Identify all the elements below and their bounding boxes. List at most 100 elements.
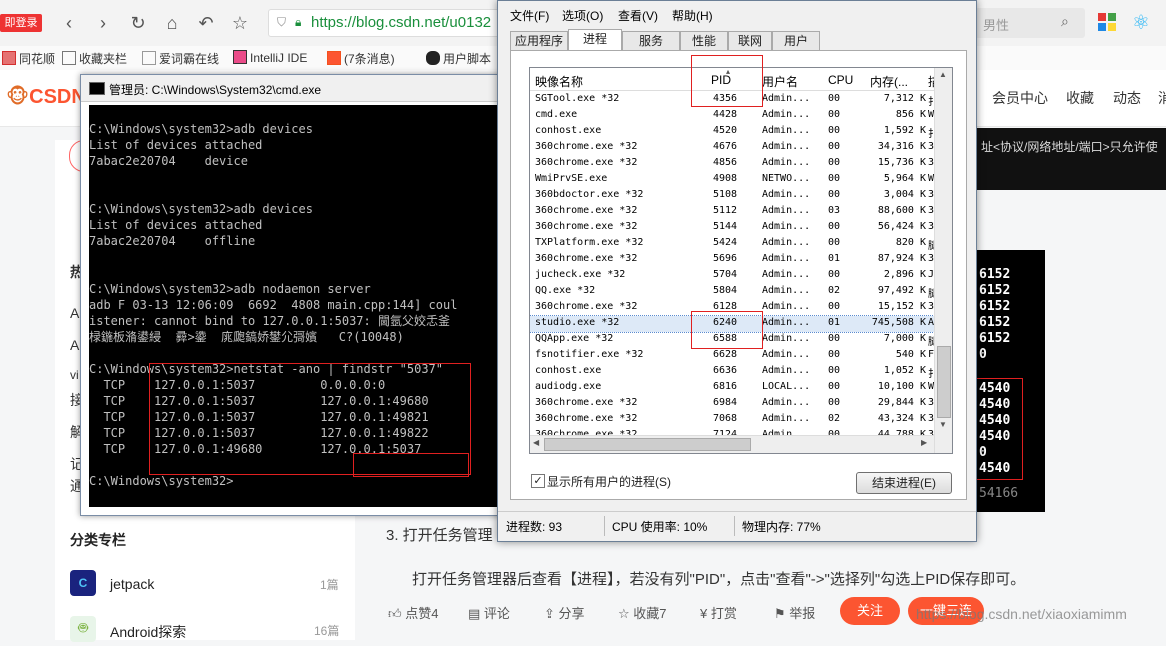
col-memory[interactable]: 内存(... xyxy=(870,73,908,90)
nav-favorites[interactable]: 收藏 xyxy=(1066,88,1094,108)
tab-users[interactable]: 用户 xyxy=(772,31,820,50)
bookmark-item[interactable]: 同花顺 xyxy=(2,50,55,67)
reward-button[interactable]: ¥ 打赏 xyxy=(700,603,737,622)
follow-button[interactable]: 关注 xyxy=(840,597,900,625)
tab-networking[interactable]: 联网 xyxy=(728,31,772,50)
process-cell: TXPlatform.exe *32 xyxy=(535,237,644,248)
col-image-name[interactable]: 映像名称 xyxy=(535,73,583,90)
process-cell: 00 xyxy=(828,349,841,360)
shield-icon: ⛉ xyxy=(277,15,287,29)
sidebar-letter[interactable]: vi xyxy=(70,368,79,382)
process-row[interactable]: TXPlatform.exe *32 5424 Admin... 00 820 K腿 xyxy=(530,236,938,252)
process-row[interactable]: conhost.exe 4520 Admin... 00 1,592 K扌 xyxy=(530,124,938,140)
process-row[interactable]: 360chrome.exe *32 5112 Admin... 03 88,600 K3 xyxy=(530,204,934,220)
scroll-down-icon[interactable]: ▼ xyxy=(937,420,949,432)
step-heading: 3. 打开任务管理 xyxy=(386,527,493,544)
bookmark-item[interactable]: 爱词霸在线 xyxy=(142,50,219,67)
process-row[interactable]: jucheck.exe *32 5704 Admin... 00 2,896 KJ xyxy=(530,268,934,284)
nav-messages[interactable]: 消 xyxy=(1158,88,1166,108)
process-row[interactable]: 360chrome.exe *32 5144 Admin... 00 56,424 K3 xyxy=(530,220,934,236)
process-cell: 01 xyxy=(828,253,841,264)
bookmark-item[interactable]: IntelliJ IDE xyxy=(233,50,307,65)
address-bar[interactable]: ⛉ 🔒︎ https://blog.csdn.net/u0132 xyxy=(268,9,500,37)
process-cell: 820 K xyxy=(895,237,926,248)
browser-search[interactable]: 男性 ⌕ xyxy=(975,8,1085,38)
cmd-window[interactable]: 管理员: C:\Windows\System32\cmd.exe C:\Wind… xyxy=(80,74,502,516)
column-count: 1篇 xyxy=(320,578,339,592)
process-cell: 34,316 K xyxy=(877,141,926,152)
end-process-button[interactable]: 结束进程(E) xyxy=(856,472,952,494)
favorite-button[interactable]: ☆ 收藏7 xyxy=(618,603,667,622)
scroll-left-icon[interactable]: ◀ xyxy=(533,438,539,447)
horizontal-scrollbar[interactable]: ◀ ▶ xyxy=(530,435,934,453)
process-row[interactable]: 360bdoctor.exe *32 5108 Admin... 00 3,004 K3 xyxy=(530,188,934,204)
bookmark-item[interactable]: (7条消息) xyxy=(327,50,395,67)
scroll-up-icon[interactable]: ▲ xyxy=(937,70,949,82)
process-row[interactable]: QQ.exe *32 5804 Admin... 02 97,492 K腿 xyxy=(530,284,938,300)
process-row[interactable]: conhost.exe 6636 Admin... 00 1,052 K扌 xyxy=(530,364,938,380)
cmd-titlebar[interactable]: 管理员: C:\Windows\System32\cmd.exe xyxy=(81,75,501,102)
sidebar-letter[interactable]: A xyxy=(70,337,79,353)
column-item-android[interactable]: 🤖︎ Android探索 16篇 xyxy=(70,616,350,646)
process-cell: 360chrome.exe *32 xyxy=(535,205,638,216)
menu-help[interactable]: 帮助(H) xyxy=(672,7,713,24)
share-button[interactable]: ⇪ 分享 xyxy=(544,603,585,622)
process-cell: 10,100 K xyxy=(877,381,926,392)
forward-icon[interactable]: › xyxy=(92,12,114,34)
apps-icon[interactable] xyxy=(1098,13,1116,31)
process-row[interactable]: fsnotifier.exe *32 6628 Admin... 00 540 KF xyxy=(530,348,934,364)
process-row[interactable]: 360chrome.exe *32 6984 Admin... 00 29,844 K3 xyxy=(530,396,934,412)
tab-applications[interactable]: 应用程序 xyxy=(510,31,568,50)
menu-options[interactable]: 选项(O) xyxy=(562,7,603,24)
process-row[interactable]: WmiPrvSE.exe 4908 NETWO... 00 5,964 KW xyxy=(530,172,934,188)
bookmark-folder[interactable]: 收藏夹栏 xyxy=(62,50,127,67)
process-row[interactable]: 360chrome.exe *32 7068 Admin... 02 43,324 K3 xyxy=(530,412,934,428)
show-all-users-checkbox[interactable]: ✓ xyxy=(531,474,545,488)
nav-dynamics[interactable]: 动态 xyxy=(1113,88,1141,108)
process-row[interactable]: 360chrome.exe *32 4856 Admin... 00 15,736 K3 xyxy=(530,156,934,172)
sidebar-letter[interactable]: A xyxy=(70,305,79,321)
hscroll-thumb[interactable] xyxy=(544,438,751,451)
scroll-thumb[interactable] xyxy=(937,346,951,418)
process-cell: 5112 xyxy=(713,205,738,216)
nav-member-center[interactable]: 会员中心 xyxy=(992,88,1048,108)
report-button[interactable]: ⚑ 举报 xyxy=(774,603,815,622)
tab-performance[interactable]: 性能 xyxy=(680,31,728,50)
search-icon[interactable]: ⌕ xyxy=(1061,13,1069,30)
process-row[interactable]: audiodg.exe 6816 LOCAL... 00 10,100 KW xyxy=(530,380,934,396)
menu-file[interactable]: 文件(F) xyxy=(510,7,549,24)
react-icon[interactable]: ⚛ xyxy=(1132,10,1150,35)
process-cell: Admin... xyxy=(762,333,811,344)
back-icon[interactable]: ‹ xyxy=(58,12,80,34)
process-cell: 5696 xyxy=(713,253,738,264)
column-name: jetpack xyxy=(110,576,155,592)
menu-view[interactable]: 查看(V) xyxy=(618,7,658,24)
process-row[interactable]: cmd.exe 4428 Admin... 00 856 KW xyxy=(530,108,934,124)
process-row[interactable]: 360chrome.exe *32 4676 Admin... 00 34,316 K3 xyxy=(530,140,934,156)
col-cpu[interactable]: CPU xyxy=(828,73,853,87)
col-username[interactable]: 用户名 xyxy=(762,73,798,90)
process-cell: Admin... xyxy=(762,413,811,424)
scroll-right-icon[interactable]: ▶ xyxy=(921,438,927,447)
process-cell: Admin... xyxy=(762,269,811,280)
undo-icon[interactable]: ↶ xyxy=(195,12,217,34)
process-cell: QQ.exe *32 xyxy=(535,285,596,296)
star-icon[interactable]: ☆ xyxy=(229,12,251,34)
csdn-logo[interactable]: 🐵︎CSDN xyxy=(6,84,86,109)
tab-processes[interactable]: 进程 xyxy=(568,29,622,51)
comment-button[interactable]: ▤ 评论 xyxy=(468,603,510,622)
process-cell: 856 K xyxy=(895,109,926,120)
login-badge[interactable]: 即登录 xyxy=(0,14,42,32)
home-icon[interactable]: ⌂ xyxy=(161,12,183,34)
tab-services[interactable]: 服务 xyxy=(622,31,680,50)
reload-icon[interactable]: ↻ xyxy=(127,12,149,34)
task-manager-window[interactable]: 文件(F) 选项(O) 查看(V) 帮助(H) 应用程序 进程 服务 性能 联网… xyxy=(497,0,977,542)
process-row[interactable]: 360chrome.exe *32 5696 Admin... 01 87,924 K3 xyxy=(530,252,934,268)
process-cell: 1,052 K xyxy=(883,365,926,376)
bookmark-item[interactable]: 用户脚本 xyxy=(426,50,491,67)
process-list[interactable]: 映像名称 PID ▴ 用户名 CPU 内存(... 描 SGTool.exe *… xyxy=(529,67,953,454)
column-item-jetpack[interactable]: C jetpack 1篇 xyxy=(70,570,350,600)
process-cell: Admin... xyxy=(762,237,811,248)
like-button[interactable]: 👍︎ 点赞4 xyxy=(388,603,438,622)
vertical-scrollbar[interactable]: ▲ ▼ xyxy=(934,68,952,453)
